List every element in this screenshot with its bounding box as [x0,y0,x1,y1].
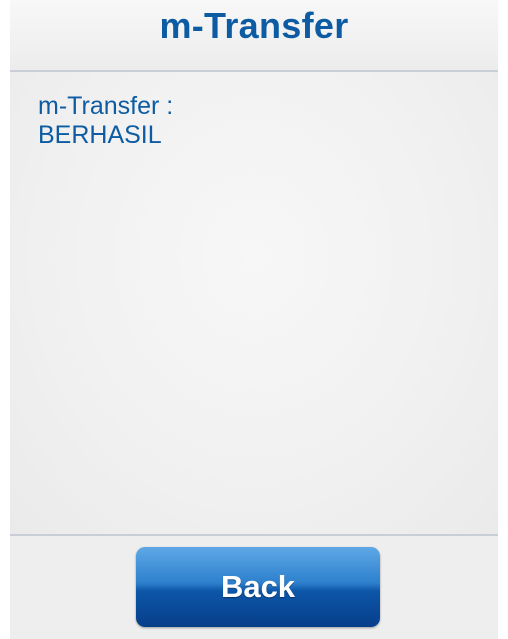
content-area: m-Transfer : BERHASIL [10,72,498,534]
page-title: m-Transfer [159,5,349,46]
header-bar: m-Transfer [10,0,498,72]
screen-frame: m-Transfer m-Transfer : BERHASIL Back [10,0,498,639]
message-line-service: m-Transfer : [38,92,174,120]
message-line-status: BERHASIL [38,121,162,149]
back-button[interactable]: Back [136,547,380,627]
footer-bar: Back [10,534,498,639]
result-message: m-Transfer : BERHASIL [38,92,173,150]
